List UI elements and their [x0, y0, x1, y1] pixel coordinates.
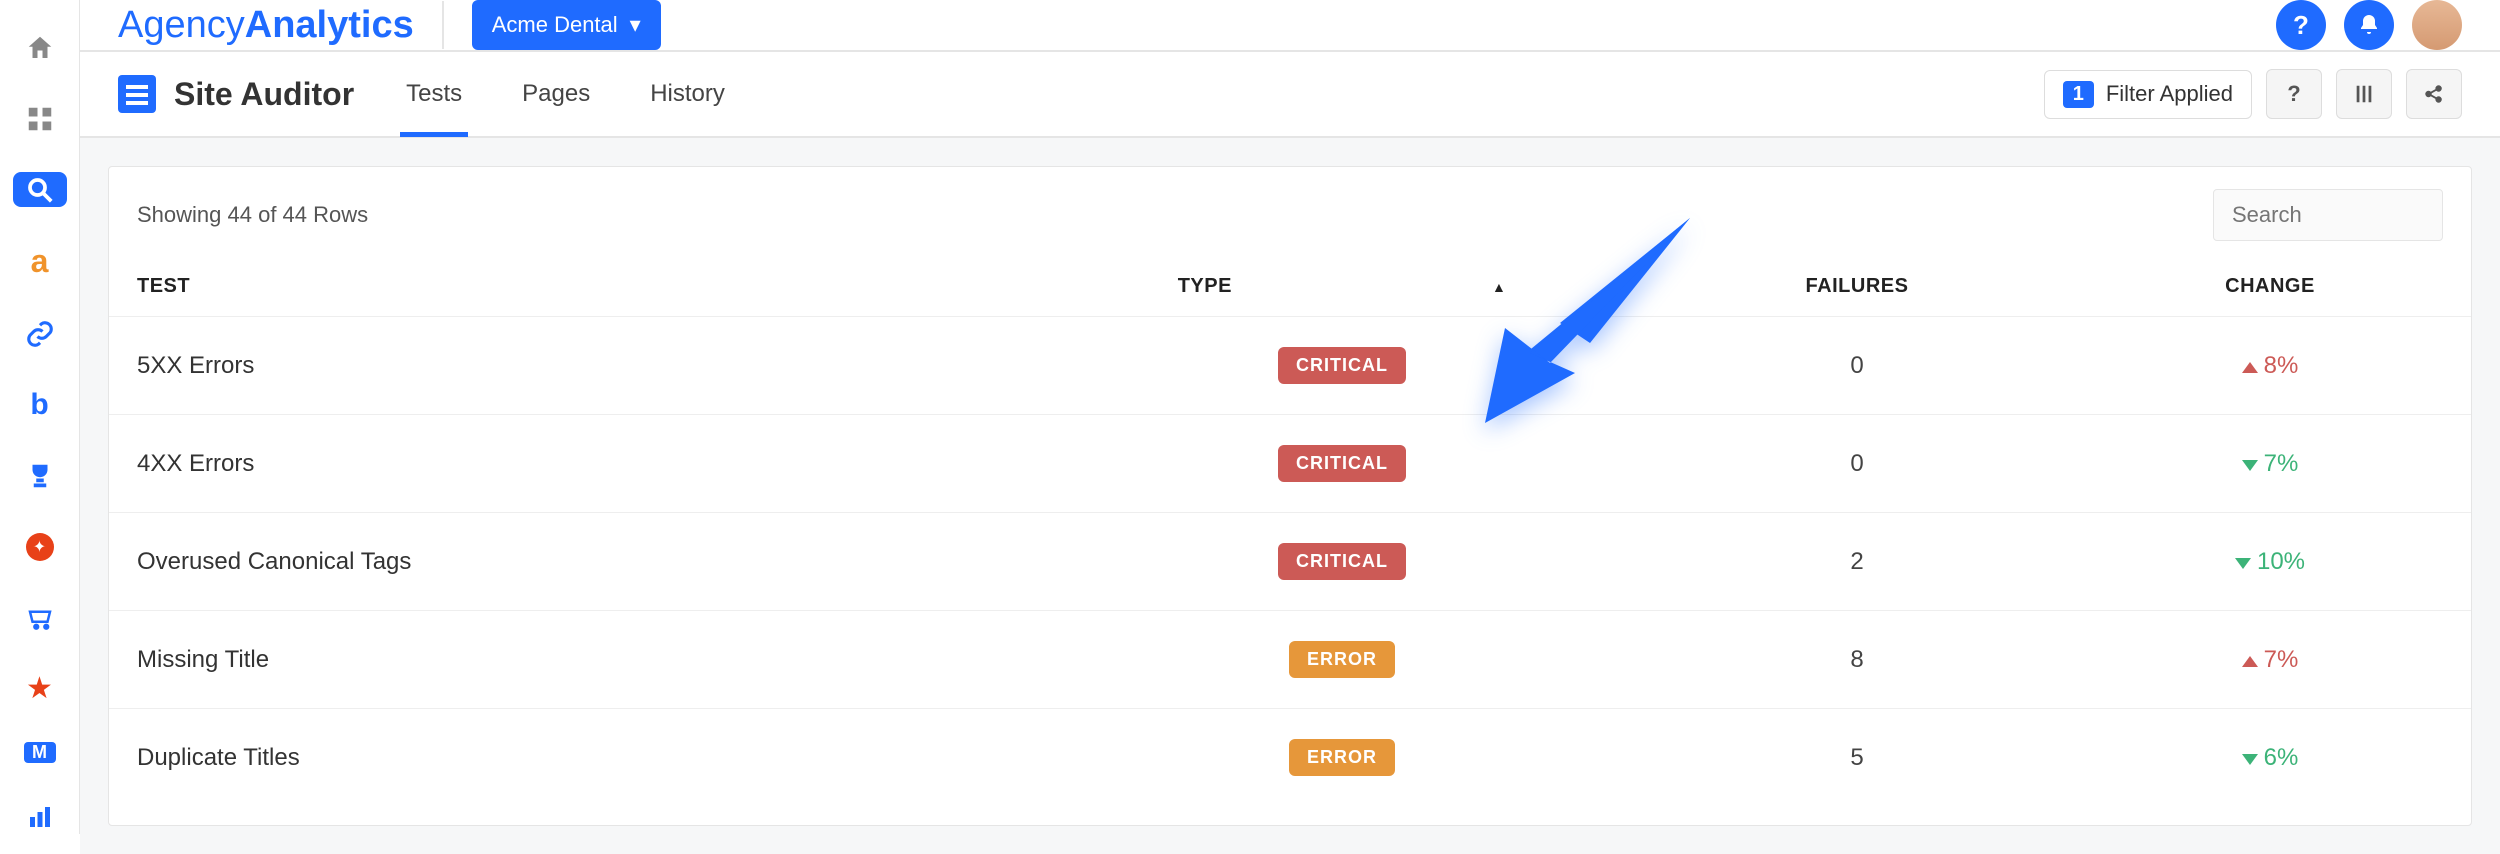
divider — [442, 1, 444, 49]
rows-count-label: Showing 44 of 44 Rows — [137, 202, 368, 228]
brand-part2: Analytics — [245, 4, 414, 46]
tab-tests[interactable]: Tests — [400, 52, 468, 136]
help-tooltip-button[interactable]: ? — [2266, 69, 2322, 119]
tab-pages[interactable]: Pages — [516, 52, 596, 136]
chevron-down-icon: ▾ — [630, 12, 641, 38]
rail-home-icon[interactable] — [13, 30, 67, 65]
col-type[interactable]: TYPE ▲ — [1067, 275, 1617, 298]
type-cell: CRITICAL — [1067, 445, 1617, 482]
table-header: TEST TYPE ▲ FAILURES CHANGE — [109, 241, 2471, 316]
rail-a-icon[interactable]: a — [13, 243, 67, 280]
filter-label: Filter Applied — [2106, 81, 2233, 107]
tab-history[interactable]: History — [644, 52, 731, 136]
client-picker-button[interactable]: Acme Dental ▾ — [472, 0, 661, 50]
change-cell: 7% — [2097, 646, 2443, 674]
filter-applied-button[interactable]: 1 Filter Applied — [2044, 70, 2252, 119]
page-title: Site Auditor — [118, 75, 354, 113]
rail-link-icon[interactable] — [13, 316, 67, 351]
col-failures[interactable]: FAILURES — [1617, 275, 2097, 298]
rail-star-icon[interactable]: ★ — [13, 671, 67, 706]
failures-cell: 2 — [1617, 548, 2097, 576]
sort-ascending-icon: ▲ — [1492, 279, 1506, 295]
help-icon: ? — [2287, 81, 2300, 107]
help-icon: ? — [2293, 10, 2309, 41]
share-button[interactable] — [2406, 69, 2462, 119]
col-change[interactable]: CHANGE — [2097, 275, 2443, 298]
content-stage: Showing 44 of 44 Rows TEST TYPE ▲ FAILUR… — [80, 138, 2500, 854]
page-title-icon — [118, 75, 156, 113]
table-row[interactable]: Duplicate Titles ERROR 56% — [109, 708, 2471, 806]
change-cell: 7% — [2097, 450, 2443, 478]
topbar: AgencyAnalytics Acme Dental ▾ ? — [80, 0, 2500, 52]
rail-bing-icon[interactable]: b — [13, 387, 67, 422]
col-test[interactable]: TEST — [137, 275, 1067, 298]
rail-trophy-icon[interactable] — [13, 458, 67, 493]
trend-down-icon — [2242, 754, 2258, 765]
notifications-button[interactable] — [2344, 0, 2394, 50]
help-button[interactable]: ? — [2276, 0, 2326, 50]
brand-part1: Agency — [118, 4, 245, 46]
rail-search-icon[interactable] — [13, 172, 67, 207]
sliders-icon — [2353, 83, 2375, 105]
bell-icon — [2357, 13, 2381, 37]
type-cell: CRITICAL — [1067, 543, 1617, 580]
sidebar-rail: a b ✦ ★ M — [0, 0, 80, 834]
share-icon — [2423, 83, 2445, 105]
test-name: Overused Canonical Tags — [137, 548, 1067, 576]
table-row[interactable]: Missing Title ERROR 87% — [109, 610, 2471, 708]
col-type-label: TYPE — [1178, 275, 1232, 298]
failures-cell: 0 — [1617, 352, 2097, 380]
rail-cart-icon[interactable] — [13, 600, 67, 635]
user-avatar[interactable] — [2412, 0, 2462, 50]
failures-cell: 8 — [1617, 646, 2097, 674]
table-row[interactable]: 5XX Errors CRITICAL 08% — [109, 316, 2471, 414]
type-cell: ERROR — [1067, 739, 1617, 776]
tabs: Tests Pages History — [400, 52, 731, 136]
type-badge: ERROR — [1289, 739, 1395, 776]
test-name: 4XX Errors — [137, 450, 1067, 478]
failures-cell: 5 — [1617, 744, 2097, 772]
filter-count-badge: 1 — [2063, 81, 2094, 108]
change-cell: 8% — [2097, 352, 2443, 380]
results-card: Showing 44 of 44 Rows TEST TYPE ▲ FAILUR… — [108, 166, 2472, 826]
test-name: 5XX Errors — [137, 352, 1067, 380]
client-picker-label: Acme Dental — [492, 12, 618, 38]
type-cell: ERROR — [1067, 641, 1617, 678]
test-name: Missing Title — [137, 646, 1067, 674]
type-cell: CRITICAL — [1067, 347, 1617, 384]
change-cell: 6% — [2097, 744, 2443, 772]
trend-down-icon — [2242, 460, 2258, 471]
trend-up-icon — [2242, 362, 2258, 373]
table-row[interactable]: 4XX Errors CRITICAL 07% — [109, 414, 2471, 512]
table-row[interactable]: Overused Canonical Tags CRITICAL 210% — [109, 512, 2471, 610]
test-name: Duplicate Titles — [137, 744, 1067, 772]
rail-bars-icon[interactable] — [13, 799, 67, 834]
table-body: 5XX ErrorsCRITICAL08%4XX ErrorsCRITICAL0… — [109, 316, 2471, 806]
rail-grid-icon[interactable] — [13, 101, 67, 136]
type-badge: CRITICAL — [1278, 347, 1406, 384]
rail-semrush-icon[interactable]: ✦ — [13, 529, 67, 564]
rail-moz-icon[interactable]: M — [24, 742, 56, 763]
trend-down-icon — [2235, 558, 2251, 569]
brand-logo[interactable]: AgencyAnalytics — [118, 4, 414, 47]
failures-cell: 0 — [1617, 450, 2097, 478]
columns-button[interactable] — [2336, 69, 2392, 119]
trend-up-icon — [2242, 656, 2258, 667]
subheader: Site Auditor Tests Pages History 1 Filter … — [80, 52, 2500, 138]
change-cell: 10% — [2097, 548, 2443, 576]
type-badge: ERROR — [1289, 641, 1395, 678]
type-badge: CRITICAL — [1278, 445, 1406, 482]
page-title-text: Site Auditor — [174, 76, 354, 113]
search-input[interactable] — [2213, 189, 2443, 241]
type-badge: CRITICAL — [1278, 543, 1406, 580]
